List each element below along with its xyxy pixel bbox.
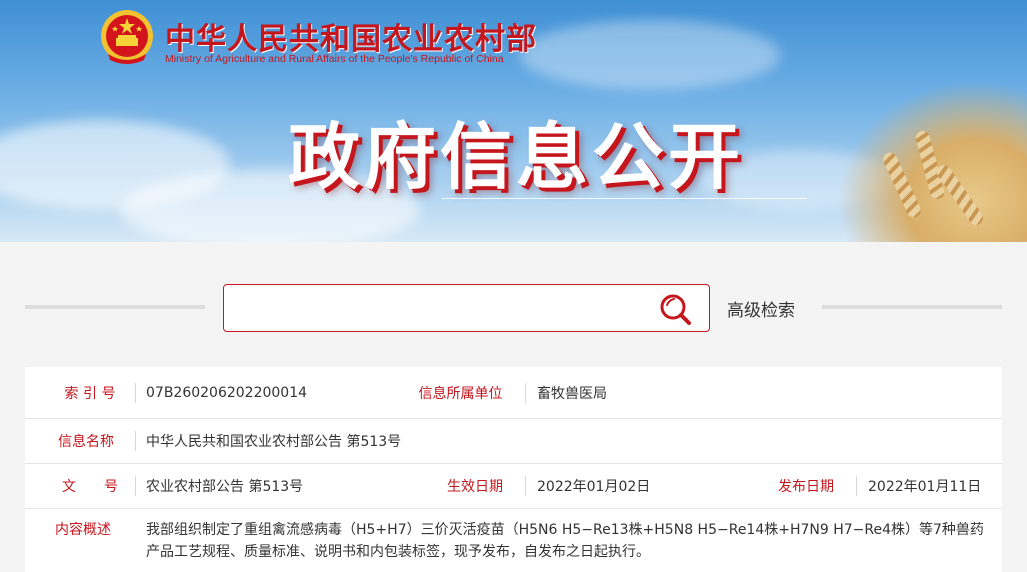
title-underline	[442, 198, 807, 199]
divider	[135, 431, 136, 451]
search-icon[interactable]	[659, 293, 693, 327]
divider	[135, 476, 136, 496]
search-section: 高级检索	[0, 242, 1027, 362]
unit-value: 畜牧兽医局	[537, 385, 607, 402]
search-box	[223, 284, 710, 332]
summary-label: 内容概述	[55, 522, 111, 538]
summary-value: 我部组织制定了重组禽流感病毒（H5+H7）三价灭活疫苗（H5N6 H5−Re13…	[146, 522, 984, 560]
divider	[856, 476, 857, 496]
publish-label: 发布日期	[778, 479, 834, 495]
unit-label: 信息所属单位	[418, 385, 503, 402]
org-name-cn: 中华人民共和国农业农村部	[165, 22, 537, 57]
advanced-search-link[interactable]: 高级检索	[727, 296, 795, 321]
effective-label: 生效日期	[447, 479, 503, 495]
index-label: 索 引 号	[64, 385, 116, 402]
doc-value: 农业农村部公告 第513号	[146, 479, 304, 495]
search-input[interactable]	[232, 293, 642, 323]
cloud-decoration	[520, 20, 780, 90]
info-row-index: 索 引 号 07B260206202200014 信息所属单位 畜牧兽医局	[25, 367, 1002, 419]
divider	[822, 305, 1002, 309]
publish-value: 2022年01月11日	[868, 479, 982, 495]
info-row-doc: 文 号 农业农村部公告 第513号 生效日期 2022年01月02日 发布日期 …	[25, 464, 1002, 509]
header-banner: 中华人民共和国农业农村部 Ministry of Agriculture and…	[0, 0, 1027, 242]
name-label: 信息名称	[58, 434, 114, 450]
info-table: 索 引 号 07B260206202200014 信息所属单位 畜牧兽医局 信息…	[25, 367, 1002, 572]
divider	[135, 382, 136, 403]
org-name-en: Ministry of Agriculture and Rural Affair…	[165, 53, 504, 65]
name-value: 中华人民共和国农业农村部公告 第513号	[146, 434, 402, 450]
divider	[25, 305, 205, 309]
effective-value: 2022年01月02日	[537, 479, 651, 495]
info-row-name: 信息名称 中华人民共和国农业农村部公告 第513号	[25, 419, 1002, 464]
doc-label: 文 号	[62, 479, 118, 495]
info-row-summary: 内容概述 我部组织制定了重组禽流感病毒（H5+H7）三价灭活疫苗（H5N6 H5…	[25, 509, 1002, 572]
section-title: 政府信息公开	[288, 114, 745, 199]
index-value: 07B260206202200014	[146, 384, 308, 401]
national-emblem-icon	[101, 10, 153, 64]
divider	[525, 382, 526, 403]
divider	[525, 476, 526, 496]
